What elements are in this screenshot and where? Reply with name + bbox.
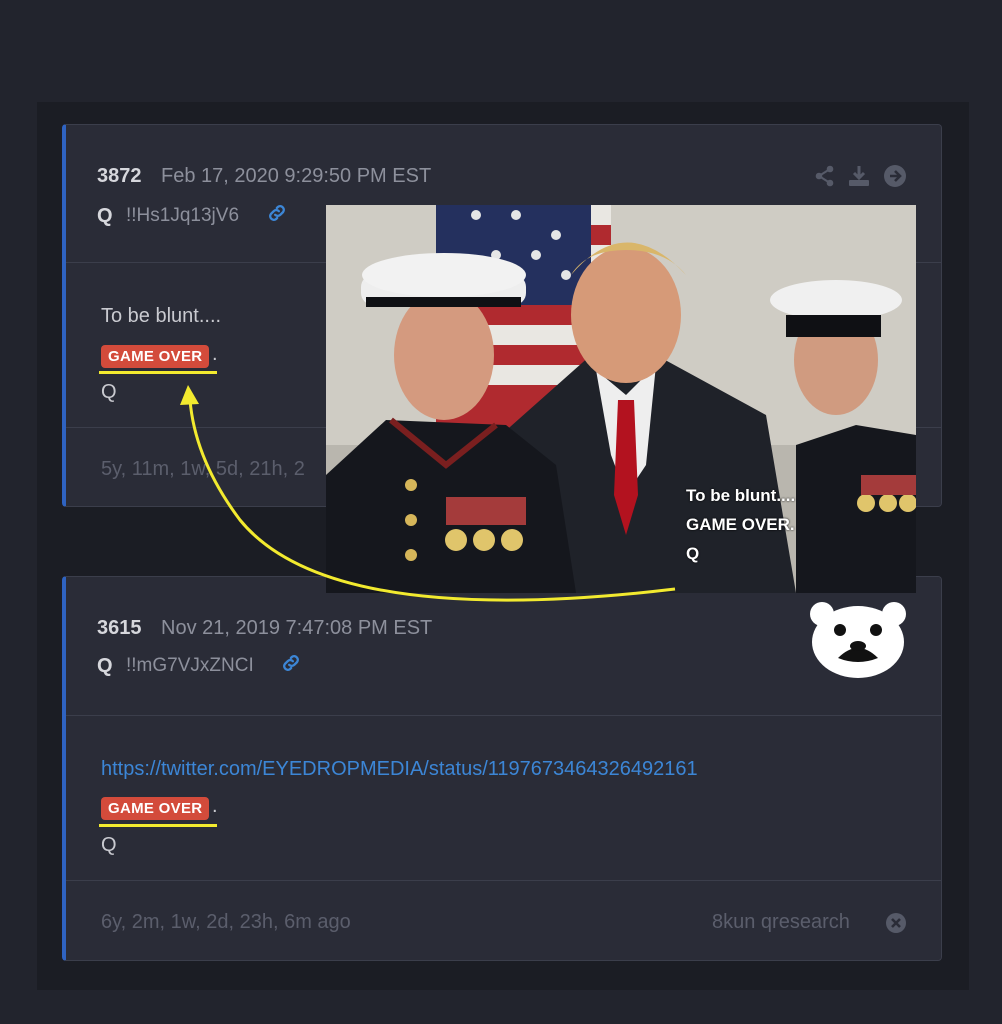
bear-logo-icon xyxy=(810,602,906,678)
annotation-arrow xyxy=(180,385,676,602)
